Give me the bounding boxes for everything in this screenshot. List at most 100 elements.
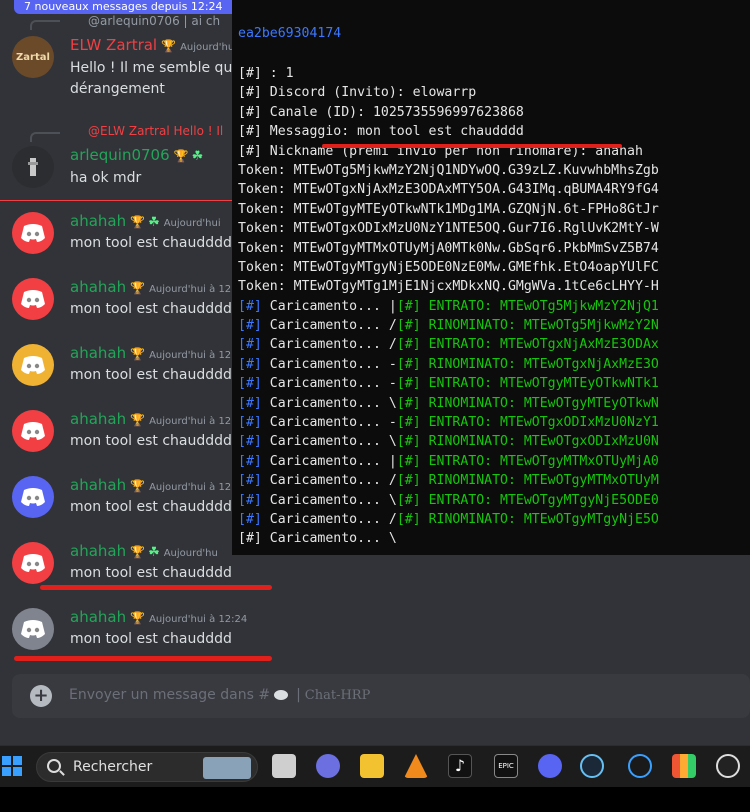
message-text: mon tool est chaudddd [70,565,232,581]
timestamp: Aujourd'hui à 12:24 [149,614,248,625]
teams-icon[interactable] [316,754,340,778]
status-text: [#] RINOMINATO: MTEwOTgyMTgyNjE5O [396,511,659,527]
message-input[interactable]: + Envoyer un message dans # | Chat-HRP [12,674,750,718]
screen-bottom-bezel [0,787,750,812]
avatar[interactable] [12,344,54,386]
reply-preview[interactable]: @ELW Zartral Hello ! Il [88,124,223,138]
loading-text: [#] Caricamento... \ [238,434,397,450]
app-icon[interactable] [628,754,652,778]
terminal-line: Token: MTEwOTgxODIxMzU0NzY1NTE5OQ.Gur7I6… [238,221,659,237]
terminal-window[interactable]: ea2be69304174 [#] : 1 [#] Discord (Invito… [232,0,750,555]
terminal-line: [#] Caricamento... \[#] RINOMINATO: MTEw… [238,394,659,413]
message-header: ahahah 🏆 Aujourd'hui à 12 [70,410,231,428]
username[interactable]: ahahah [70,278,126,296]
windows-taskbar: Rechercher ♪ EPIC [0,745,750,787]
tiktok-icon[interactable]: ♪ [448,754,472,778]
obs-icon[interactable] [716,754,740,778]
task-view-icon[interactable] [272,754,296,778]
terminal-line: Token: MTEwOTgyMTg1MjE1NjcxMDkxNQ.GMgWVa… [238,279,659,295]
discord-logo-icon [21,554,45,572]
discord-logo-icon [21,488,45,506]
loading-text: [#] Caricamento... | [238,453,397,469]
loading-text: [#] Caricamento... / [238,318,397,334]
message-text: mon tool est chaudddd [70,433,232,449]
sprout-icon: ☘ [191,149,204,164]
badge-icon: 🏆 [130,413,146,427]
avatar[interactable] [12,410,54,452]
badge-icon: 🏆 [173,149,189,163]
username[interactable]: ahahah [70,410,126,428]
add-attachment-button[interactable]: + [30,685,52,707]
timestamp: Aujourd'hui à 12 [149,482,232,493]
vlc-icon[interactable] [404,754,428,778]
terminal-line: [#] : 1 [238,66,294,81]
loading-text: [#] Caricamento... / [238,337,397,353]
badge-icon: 🏆 [161,39,177,53]
terminal-line: [#] Caricamento... \ [238,531,397,547]
message-header: ahahah 🏆 Aujourd'hui à 12 [70,344,231,362]
status-text: [#] ENTRATO: MTEwOTg5MjkwMzY2NjQ1 [396,298,659,314]
avatar[interactable] [12,542,54,584]
badge-icon: 🏆 [130,479,146,493]
loading-text: [#] Caricamento... - [238,356,397,372]
username[interactable]: ahahah [70,344,126,362]
username[interactable]: arlequin0706 [70,146,170,164]
terminal-line: [#] Caricamento... /[#] RINOMINATO: MTEw… [238,471,659,490]
terminal-line: [#] Caricamento... /[#] ENTRATO: MTEwOTg… [238,335,659,354]
avatar[interactable] [12,212,54,254]
timestamp: Aujourd'hui [180,42,237,53]
avatar[interactable] [12,476,54,518]
message-header: ahahah 🏆 Aujourd'hui à 12 [70,476,231,494]
timestamp: Aujourd'hui [163,218,221,229]
taskbar-search[interactable]: Rechercher [36,752,258,782]
annotation-underline [40,585,272,590]
message-text: mon tool est chaudddd [70,367,232,383]
terminal-line: [#] Caricamento... -[#] ENTRATO: MTEwOTg… [238,374,659,393]
terminal-line: Token: MTEwOTg5MjkwMzY2NjQ1NDYwOQ.G39zLZ… [238,162,659,178]
input-placeholder: Envoyer un message dans # | Chat-HRP [69,687,370,703]
loading-text: [#] Caricamento... / [238,473,397,489]
message-header: ahahah 🏆 Aujourd'hui à 12 [70,278,231,296]
reply-preview[interactable]: @arlequin0706 | ai ch [88,14,220,28]
status-text: [#] ENTRATO: MTEwOTgyMTgyNjE5ODE0 [396,492,659,508]
avatar[interactable] [12,278,54,320]
terminal-line: [#] Caricamento... \[#] RINOMINATO: MTEw… [238,432,659,451]
avatar-label: Zartal [16,51,50,63]
badge-icon: 🏆 [130,347,146,361]
avatar-figure-icon [28,158,38,176]
username[interactable]: ahahah [70,212,126,230]
username[interactable]: ahahah [70,476,126,494]
message-text: mon tool est chaudddd [70,631,232,647]
loading-text: [#] Caricamento... - [238,415,397,431]
channel-name: Chat-HRP [304,688,371,703]
avatar[interactable] [12,608,54,650]
steam-icon[interactable] [580,754,604,778]
loading-text: [#] Caricamento... \ [238,492,397,508]
search-highlight-icon [203,757,251,779]
terminal-line: Token: MTEwOTgxNjAxMzE3ODAxMTY5OA.G43IMq… [238,182,659,198]
username[interactable]: ahahah [70,608,126,626]
status-text: [#] ENTRATO: MTEwOTgyMTMxOTUyMjA0 [396,453,659,469]
avatar[interactable] [12,146,54,188]
file-explorer-icon[interactable] [360,754,384,778]
discord-icon[interactable] [538,754,562,778]
username[interactable]: ELW Zartral [70,36,157,54]
terminal-line: [#] Caricamento... /[#] RINOMINATO: MTEw… [238,510,659,529]
timestamp: Aujourd'hu [163,548,218,559]
audio-app-icon[interactable] [672,754,696,778]
new-messages-banner[interactable]: 7 nouveaux messages depuis 12:24 [14,0,246,14]
status-text: [#] RINOMINATO: MTEwOTgxODIxMzU0N [396,434,659,450]
avatar[interactable]: Zartal [12,36,54,78]
terminal-output: [#] : 1 [#] Discord (Invito): elowarrp [#]… [238,64,659,549]
status-text: [#] ENTRATO: MTEwOTgxODIxMzU0NzY1 [396,415,659,431]
message-text: dérangement [70,81,165,97]
reply-connector [30,132,60,142]
loading-text: [#] Caricamento... - [238,376,397,392]
search-icon [47,759,61,773]
message-header: ahahah 🏆 Aujourd'hui à 12:24 [70,608,247,626]
status-text: [#] ENTRATO: MTEwOTgyMTEyOTkwNTk1 [396,376,659,392]
epic-games-icon[interactable]: EPIC [494,754,518,778]
placeholder-text: Envoyer un message dans # [69,687,271,703]
username[interactable]: ahahah [70,542,126,560]
windows-start-icon[interactable] [2,756,22,776]
